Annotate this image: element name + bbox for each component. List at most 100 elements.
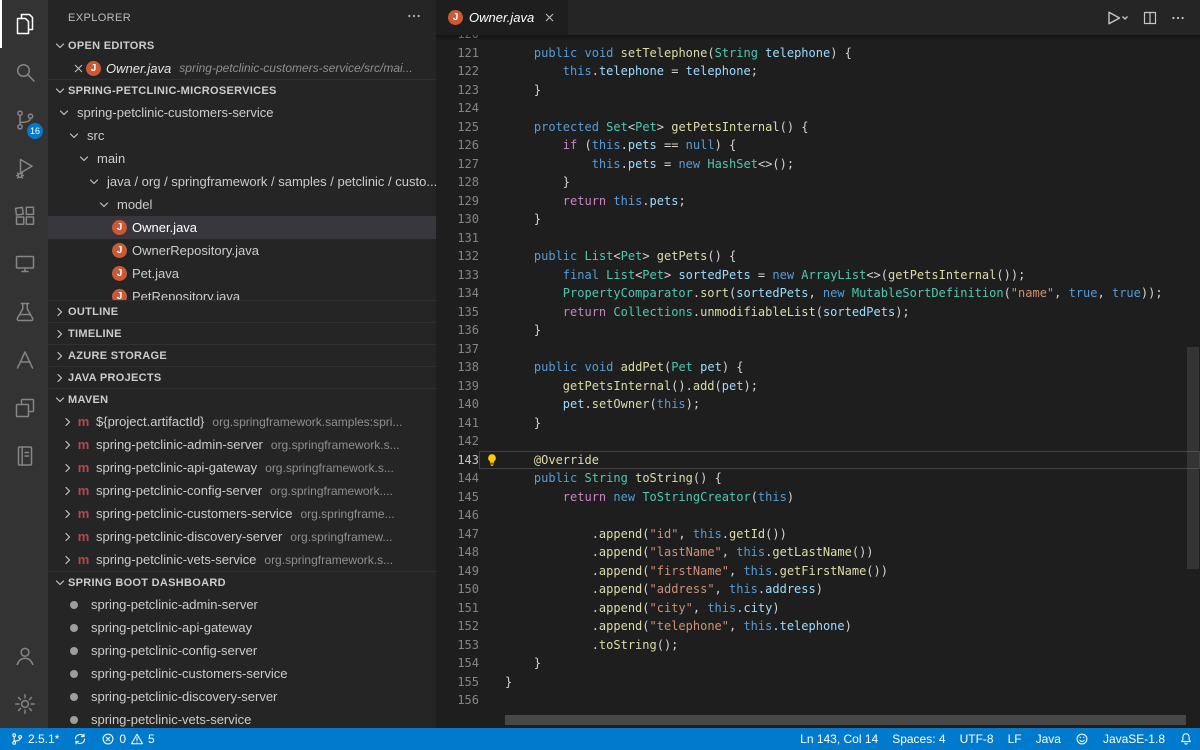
status-notifications[interactable] <box>1172 728 1200 750</box>
activity-item-testing[interactable] <box>0 288 48 336</box>
line-number[interactable]: 150 <box>436 580 479 599</box>
maven-item-spring-petclinic-admin-server[interactable]: mspring-petclinic-admin-serverorg.spring… <box>48 433 436 456</box>
code-line-137[interactable]: 137 <box>436 340 1200 359</box>
line-number[interactable]: 156 <box>436 691 479 710</box>
line-number[interactable]: 140 <box>436 395 479 414</box>
section-java-projects[interactable]: JAVA PROJECTS <box>48 366 436 388</box>
code-line-141[interactable]: 141 } <box>436 414 1200 433</box>
project-section-header[interactable]: SPRING-PETCLINIC-MICROSERVICES <box>48 79 436 101</box>
close-icon[interactable] <box>70 60 86 76</box>
section-timeline[interactable]: TIMELINE <box>48 322 436 344</box>
line-number[interactable]: 143 <box>436 451 479 470</box>
spring-boot-app-spring-petclinic-config-server[interactable]: spring-petclinic-config-server <box>48 639 436 662</box>
code-line-134[interactable]: 134 PropertyComparator.sort(sortedPets, … <box>436 284 1200 303</box>
line-number[interactable]: 149 <box>436 562 479 581</box>
code-line-154[interactable]: 154 } <box>436 654 1200 673</box>
activity-item-settings[interactable] <box>0 680 48 728</box>
line-number[interactable]: 148 <box>436 543 479 562</box>
code-line-148[interactable]: 148 .append("lastName", this.getLastName… <box>436 543 1200 562</box>
maven-item-project-artifactid[interactable]: m${project.artifactId}org.springframewor… <box>48 410 436 433</box>
section-outline[interactable]: OUTLINE <box>48 300 436 322</box>
tree-item-src[interactable]: src <box>48 124 436 147</box>
tree-item-spring-petclinic-customers-service[interactable]: spring-petclinic-customers-service <box>48 101 436 124</box>
open-editors-header[interactable]: OPEN EDITORS <box>48 35 436 57</box>
spring-boot-app-spring-petclinic-admin-server[interactable]: spring-petclinic-admin-server <box>48 593 436 616</box>
open-editor-item[interactable]: JOwner.javaspring-petclinic-customers-se… <box>48 57 436 79</box>
code-line-125[interactable]: 125 protected Set<Pet> getPetsInternal()… <box>436 118 1200 137</box>
close-icon[interactable] <box>540 9 558 27</box>
line-number[interactable]: 152 <box>436 617 479 636</box>
tree-item-pet-java[interactable]: JPet.java <box>48 262 436 285</box>
maven-item-spring-petclinic-vets-service[interactable]: mspring-petclinic-vets-serviceorg.spring… <box>48 548 436 571</box>
horizontal-scrollbar[interactable] <box>505 715 1186 725</box>
maven-item-spring-petclinic-api-gateway[interactable]: mspring-petclinic-api-gatewayorg.springf… <box>48 456 436 479</box>
activity-item-search[interactable] <box>0 48 48 96</box>
code-line-152[interactable]: 152 .append("telephone", this.telephone) <box>436 617 1200 636</box>
line-number[interactable]: 130 <box>436 210 479 229</box>
status-git-branch[interactable]: 2.5.1* <box>0 728 66 750</box>
line-number[interactable]: 134 <box>436 284 479 303</box>
spring-boot-header[interactable]: SPRING BOOT DASHBOARD <box>48 571 436 593</box>
more-actions-button[interactable] <box>1170 10 1186 26</box>
activity-item-run-and-debug[interactable] <box>0 144 48 192</box>
code-line-143[interactable]: 143 @Override <box>436 451 1200 470</box>
code-line-130[interactable]: 130 } <box>436 210 1200 229</box>
code-line-146[interactable]: 146 <box>436 506 1200 525</box>
status-java-runtime[interactable]: JavaSE-1.8 <box>1096 728 1172 750</box>
line-number[interactable]: 142 <box>436 432 479 451</box>
code-line-124[interactable]: 124 <box>436 99 1200 118</box>
vertical-scrollbar[interactable] <box>1187 347 1199 569</box>
status-encoding[interactable]: UTF-8 <box>953 728 1001 750</box>
maven-item-spring-petclinic-discovery-server[interactable]: mspring-petclinic-discovery-serverorg.sp… <box>48 525 436 548</box>
line-number[interactable]: 126 <box>436 136 479 155</box>
code-line-136[interactable]: 136 } <box>436 321 1200 340</box>
lightbulb-icon[interactable] <box>479 451 505 470</box>
code-line-144[interactable]: 144 public String toString() { <box>436 469 1200 488</box>
maven-item-spring-petclinic-config-server[interactable]: mspring-petclinic-config-serverorg.sprin… <box>48 479 436 502</box>
activity-item-source-control[interactable]: 16 <box>0 96 48 144</box>
maven-header[interactable]: MAVEN <box>48 388 436 410</box>
code-line-122[interactable]: 122 this.telephone = telephone; <box>436 62 1200 81</box>
line-number[interactable]: 125 <box>436 118 479 137</box>
code-line-145[interactable]: 145 return new ToStringCreator(this) <box>436 488 1200 507</box>
code-line-139[interactable]: 139 getPetsInternal().add(pet); <box>436 377 1200 396</box>
tree-item-main[interactable]: main <box>48 147 436 170</box>
line-number[interactable]: 132 <box>436 247 479 266</box>
line-number[interactable]: 122 <box>436 62 479 81</box>
code-line-135[interactable]: 135 return Collections.unmodifiableList(… <box>436 303 1200 322</box>
line-number[interactable]: 131 <box>436 229 479 248</box>
code-line-127[interactable]: 127 this.pets = new HashSet<>(); <box>436 155 1200 174</box>
line-number[interactable]: 123 <box>436 81 479 100</box>
code-line-140[interactable]: 140 pet.setOwner(this); <box>436 395 1200 414</box>
line-number[interactable]: 154 <box>436 654 479 673</box>
code-line-133[interactable]: 133 final List<Pet> sortedPets = new Arr… <box>436 266 1200 285</box>
run-java-button[interactable] <box>1106 10 1130 26</box>
line-number[interactable]: 136 <box>436 321 479 340</box>
tree-item-java-org-springframework-samples-petclinic-custo[interactable]: java / org / springframework / samples /… <box>48 170 436 193</box>
code-line-151[interactable]: 151 .append("city", this.city) <box>436 599 1200 618</box>
code-line-150[interactable]: 150 .append("address", this.address) <box>436 580 1200 599</box>
line-number[interactable]: 135 <box>436 303 479 322</box>
line-number[interactable]: 121 <box>436 44 479 63</box>
section-azure-storage[interactable]: AZURE STORAGE <box>48 344 436 366</box>
spring-boot-app-spring-petclinic-discovery-server[interactable]: spring-petclinic-discovery-server <box>48 685 436 708</box>
status-indentation[interactable]: Spaces: 4 <box>885 728 952 750</box>
activity-item-explorer[interactable] <box>0 0 48 48</box>
code-line-132[interactable]: 132 public List<Pet> getPets() { <box>436 247 1200 266</box>
code-line-147[interactable]: 147 .append("id", this.getId()) <box>436 525 1200 544</box>
status-language-mode[interactable]: Java <box>1029 728 1068 750</box>
code-line-129[interactable]: 129 return this.pets; <box>436 192 1200 211</box>
line-number[interactable]: 146 <box>436 506 479 525</box>
line-number[interactable]: 138 <box>436 358 479 377</box>
spring-boot-app-spring-petclinic-api-gateway[interactable]: spring-petclinic-api-gateway <box>48 616 436 639</box>
activity-item-azure[interactable] <box>0 336 48 384</box>
activity-item-extensions[interactable] <box>0 192 48 240</box>
tree-item-owner-java[interactable]: JOwner.java <box>48 216 436 239</box>
status-problems[interactable]: 05 <box>94 728 161 750</box>
maven-item-spring-petclinic-customers-service[interactable]: mspring-petclinic-customers-serviceorg.s… <box>48 502 436 525</box>
more-actions-icon[interactable] <box>406 8 422 27</box>
code-line-149[interactable]: 149 .append("firstName", this.getFirstNa… <box>436 562 1200 581</box>
activity-item-remote-explorer[interactable] <box>0 240 48 288</box>
code-line-142[interactable]: 142 <box>436 432 1200 451</box>
line-number[interactable]: 120 <box>436 35 479 44</box>
